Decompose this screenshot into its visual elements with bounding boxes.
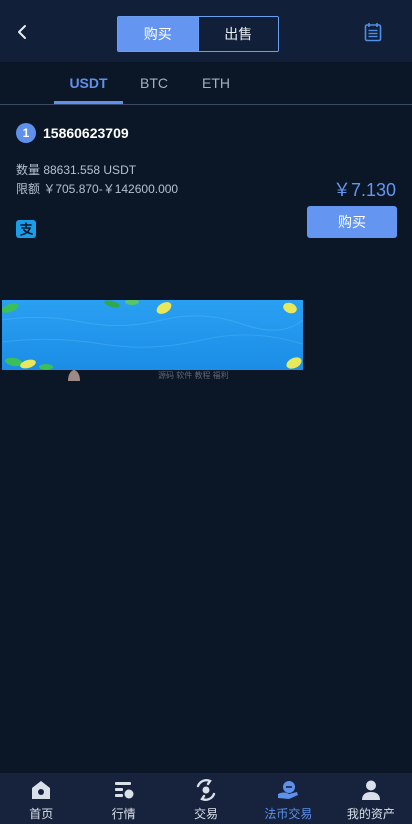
user-icon bbox=[361, 780, 380, 800]
buy-segment[interactable]: 购买 bbox=[118, 17, 198, 51]
tabbar-item-home[interactable]: 首页 bbox=[0, 773, 82, 824]
buy-button[interactable]: 购买 bbox=[307, 206, 397, 238]
avatar: 1 bbox=[16, 123, 36, 143]
tabbar-label-market: 行情 bbox=[111, 807, 136, 821]
alipay-icon bbox=[16, 220, 36, 238]
tabbar-label-fiat: 法币交易 bbox=[264, 807, 313, 821]
tabbar-item-trade[interactable]: 交易 bbox=[165, 773, 247, 824]
market-icon bbox=[114, 782, 134, 799]
back-button[interactable] bbox=[10, 18, 34, 46]
sell-segment[interactable]: 出售 bbox=[197, 17, 278, 51]
tabbar-item-market[interactable]: 行情 bbox=[82, 773, 164, 824]
active-tab-indicator bbox=[54, 101, 123, 104]
tabbar-label-assets: 我的资产 bbox=[346, 807, 395, 821]
fiat-trade-icon bbox=[278, 781, 299, 799]
tabbar-label-home: 首页 bbox=[29, 807, 54, 821]
watermark-text: 源码 软件 教程 福利 bbox=[158, 371, 229, 380]
tabbar-item-fiat[interactable]: 法币交易 bbox=[247, 773, 329, 824]
coin-tabs: USDT BTC ETH bbox=[0, 62, 412, 105]
limit-text: 限额 ￥705.870-￥142600.000 bbox=[16, 182, 179, 196]
trade-icon bbox=[196, 779, 216, 801]
tabbar-label-trade: 交易 bbox=[194, 807, 219, 821]
home-icon bbox=[32, 781, 51, 799]
quantity-text: 数量 88631.558 USDT bbox=[16, 163, 137, 177]
decorative-banner bbox=[2, 300, 303, 370]
unit-price: ￥7.130 bbox=[332, 180, 396, 200]
bottom-tabbar: 首页 行情 交易 法币交易 我的资产 bbox=[0, 773, 412, 824]
tab-eth[interactable]: ETH bbox=[192, 62, 240, 104]
tab-btc[interactable]: BTC bbox=[130, 62, 178, 104]
buy-sell-switch: 购买 出售 bbox=[117, 16, 279, 52]
tab-usdt[interactable]: USDT bbox=[54, 62, 123, 104]
listing-card: 1 15860623709 数量 88631.558 USDT 限额 ￥705.… bbox=[0, 106, 412, 256]
chevron-left-icon bbox=[18, 25, 26, 39]
tabbar-item-assets[interactable]: 我的资产 bbox=[330, 773, 412, 824]
merchant-name: 15860623709 bbox=[43, 125, 129, 141]
top-header: 购买 出售 bbox=[0, 0, 412, 62]
calendar-icon[interactable] bbox=[364, 22, 382, 42]
decorative-figure-icon bbox=[68, 370, 80, 381]
